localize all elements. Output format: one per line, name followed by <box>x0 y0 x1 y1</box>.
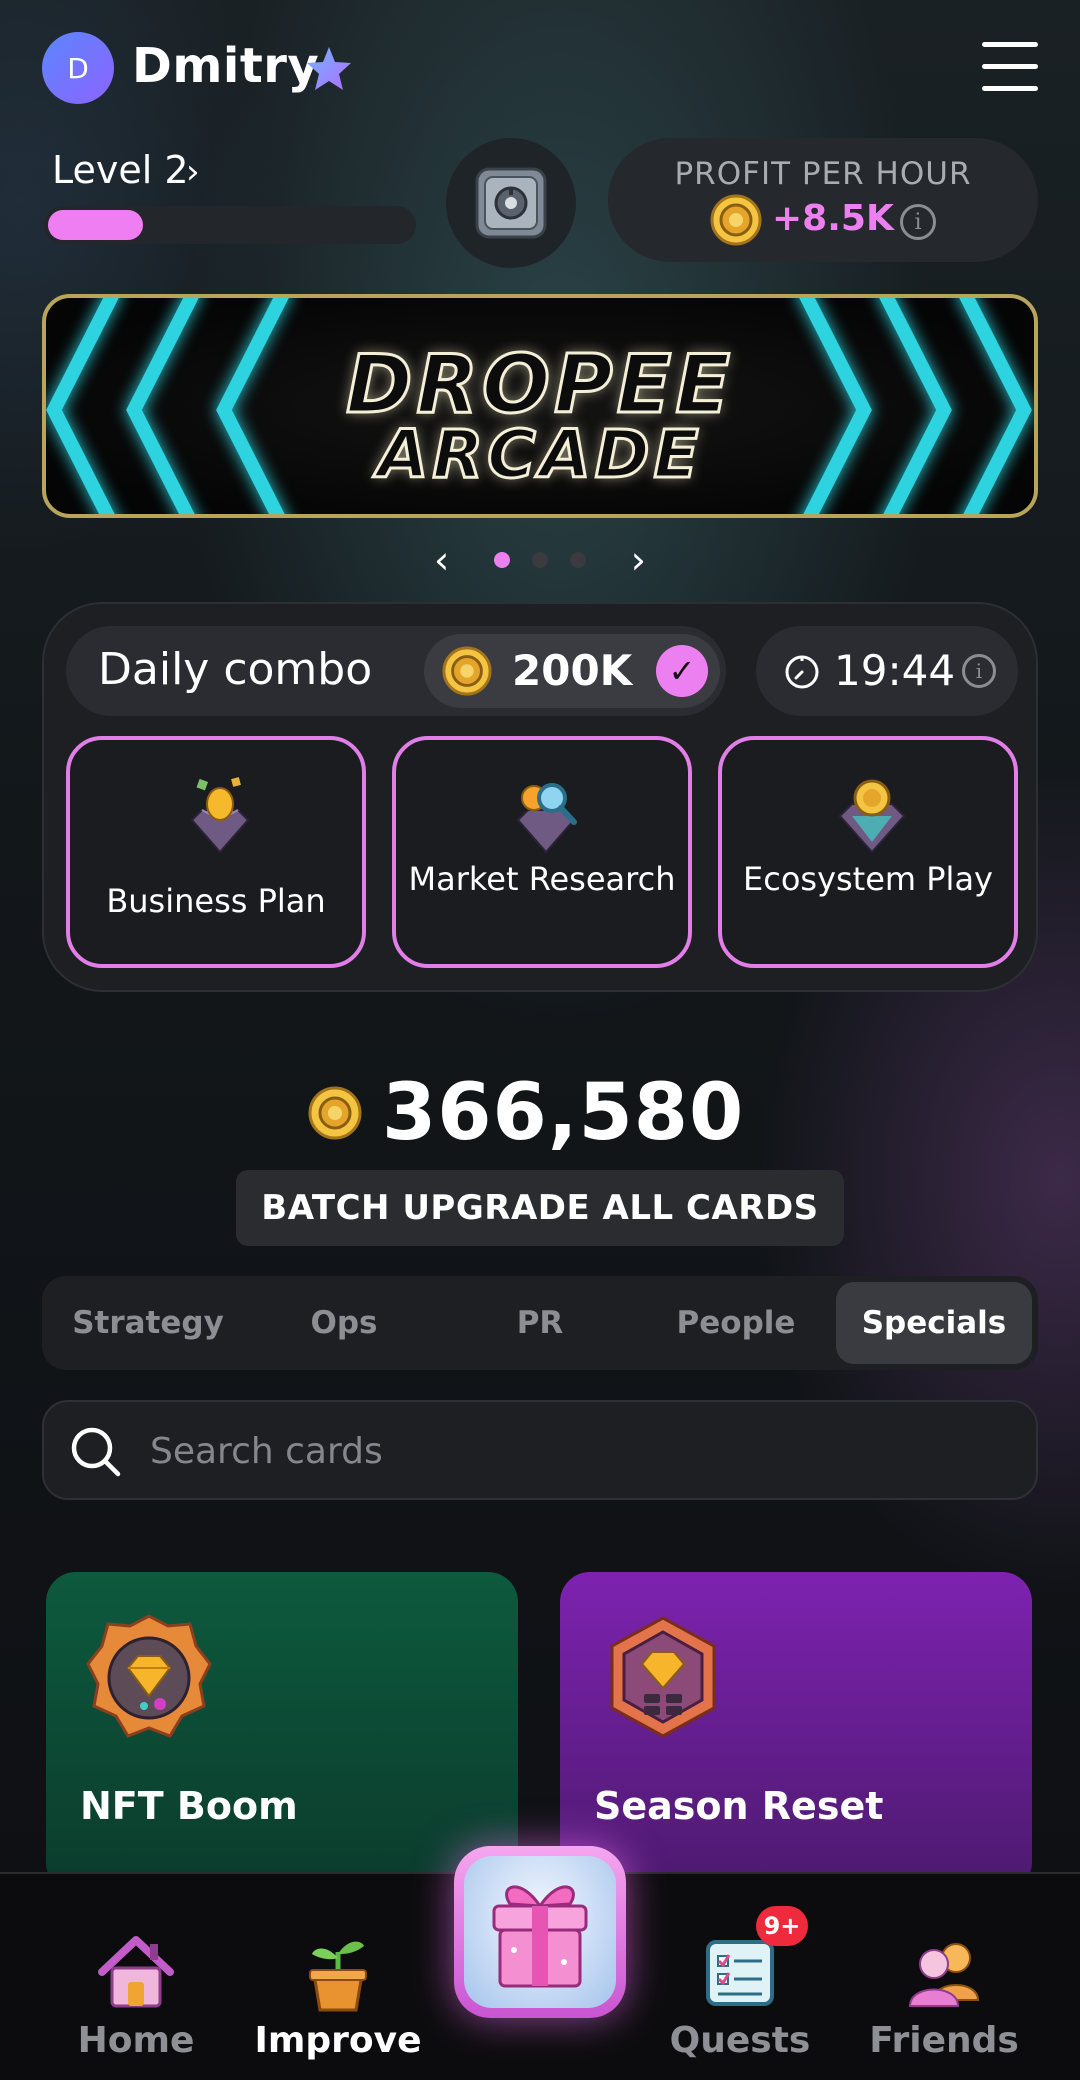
coin-icon <box>442 646 492 696</box>
combo-card-market-research[interactable]: Market Research <box>392 736 692 968</box>
info-icon[interactable]: i <box>962 654 996 688</box>
tab-people[interactable]: People <box>638 1282 834 1364</box>
balance: 366,580 <box>0 1068 1080 1158</box>
app-screen: D Dmitry Level 2 › PROFIT PER HOUR +8.5K… <box>0 0 1080 2080</box>
gift-box-icon <box>492 1885 588 1988</box>
daily-combo-timer: 19:44 i <box>756 626 1018 716</box>
hamburger-menu-icon[interactable] <box>982 42 1038 92</box>
friends-icon <box>908 1943 980 2007</box>
batch-upgrade-button[interactable]: BATCH UPGRADE ALL CARDS <box>236 1170 844 1246</box>
combo-card-ecosystem-play[interactable]: Ecosystem Play <box>718 736 1018 968</box>
level-label[interactable]: Level 2 <box>52 148 189 192</box>
chevron-left-icon[interactable]: ‹ <box>434 538 449 582</box>
level-progress-bar <box>44 206 416 244</box>
promo-banner[interactable]: DROPEE ARCADE <box>42 294 1038 518</box>
profit-title: PROFIT PER HOUR <box>674 156 972 192</box>
daily-combo-header: Daily combo 200K ✓ <box>66 626 726 716</box>
timer-text: 19:44 <box>834 646 956 695</box>
daily-combo-reward[interactable]: 200K ✓ <box>424 634 720 708</box>
star-icon <box>307 47 351 90</box>
carousel-dot[interactable] <box>532 552 548 568</box>
nav-label: Quests <box>669 2020 811 2061</box>
nav-label: Friends <box>869 2020 1019 2061</box>
daily-combo-label: Daily combo <box>98 644 373 695</box>
profit-value: +8.5K <box>772 198 894 239</box>
nav-friends[interactable]: Friends <box>844 1930 1044 2080</box>
card-title: Season Reset <box>594 1784 884 1828</box>
chevron-right-icon[interactable]: › <box>186 152 200 192</box>
tab-specials[interactable]: Specials <box>836 1282 1032 1364</box>
combo-card-name: Business Plan <box>106 882 326 920</box>
gift-button-face <box>464 1856 616 2008</box>
username[interactable]: Dmitry <box>132 38 319 94</box>
magnifier-gem-icon <box>516 783 577 854</box>
daily-combo-panel: Daily combo 200K ✓ 19:44 i Business Plan… <box>42 602 1038 992</box>
quests-notification-badge: 9+ <box>756 1906 808 1946</box>
coin-icon <box>710 194 762 246</box>
category-tabs: Strategy Ops PR People Specials <box>42 1276 1038 1370</box>
daily-combo-amount: 200K <box>512 646 633 695</box>
chevron-right-icon[interactable]: › <box>631 538 646 582</box>
house-icon <box>98 1936 174 2008</box>
safe-button[interactable] <box>446 138 576 268</box>
card-title: NFT Boom <box>80 1784 298 1828</box>
gift-button[interactable] <box>454 1846 626 2018</box>
tab-strategy[interactable]: Strategy <box>50 1282 246 1364</box>
upgrade-card-nft-boom[interactable]: NFT Boom <box>46 1572 518 1892</box>
search-bar <box>42 1400 1038 1500</box>
banner-carousel-controls: ‹ › <box>430 538 650 582</box>
upgrade-card-season-reset[interactable]: Season Reset <box>560 1572 1032 1892</box>
combo-card-name: Ecosystem Play <box>743 860 993 898</box>
safe-vault-icon <box>475 167 547 239</box>
balance-value: 366,580 <box>382 1068 745 1158</box>
info-icon[interactable]: i <box>900 204 936 240</box>
nav-quests[interactable]: Quests <box>640 1930 840 2080</box>
tab-pr[interactable]: PR <box>442 1282 638 1364</box>
sprout-pot-icon <box>309 1941 367 2012</box>
diamond-hexagon-icon <box>610 1616 716 1738</box>
clock-icon <box>785 655 819 689</box>
checkmark-icon: ✓ <box>656 645 708 697</box>
search-input[interactable] <box>150 1420 1010 1482</box>
golden-egg-gem-icon <box>190 777 250 854</box>
daily-combo-cards: Business Plan Market Research Ecosystem … <box>66 736 1018 968</box>
nav-home[interactable]: Home <box>36 1930 236 2080</box>
diamond-badge-icon <box>86 1614 212 1738</box>
profit-per-hour-panel[interactable]: PROFIT PER HOUR +8.5K i <box>608 138 1038 262</box>
tab-ops[interactable]: Ops <box>246 1282 442 1364</box>
combo-card-name: Market Research <box>408 860 676 898</box>
nav-label: Home <box>77 2020 195 2061</box>
coin-icon <box>308 1086 362 1140</box>
banner-title-line2: ARCADE <box>376 415 703 495</box>
carousel-dot[interactable] <box>494 552 510 568</box>
search-icon <box>71 1427 121 1477</box>
level-progress-fill <box>48 210 143 240</box>
header: D Dmitry <box>42 32 1038 104</box>
coin-gem-icon <box>838 779 906 854</box>
carousel-dot[interactable] <box>570 552 586 568</box>
avatar[interactable]: D <box>42 32 114 104</box>
nav-improve[interactable]: Improve <box>238 1930 438 2080</box>
nav-label: Improve <box>254 2020 422 2061</box>
combo-card-business-plan[interactable]: Business Plan <box>66 736 366 968</box>
